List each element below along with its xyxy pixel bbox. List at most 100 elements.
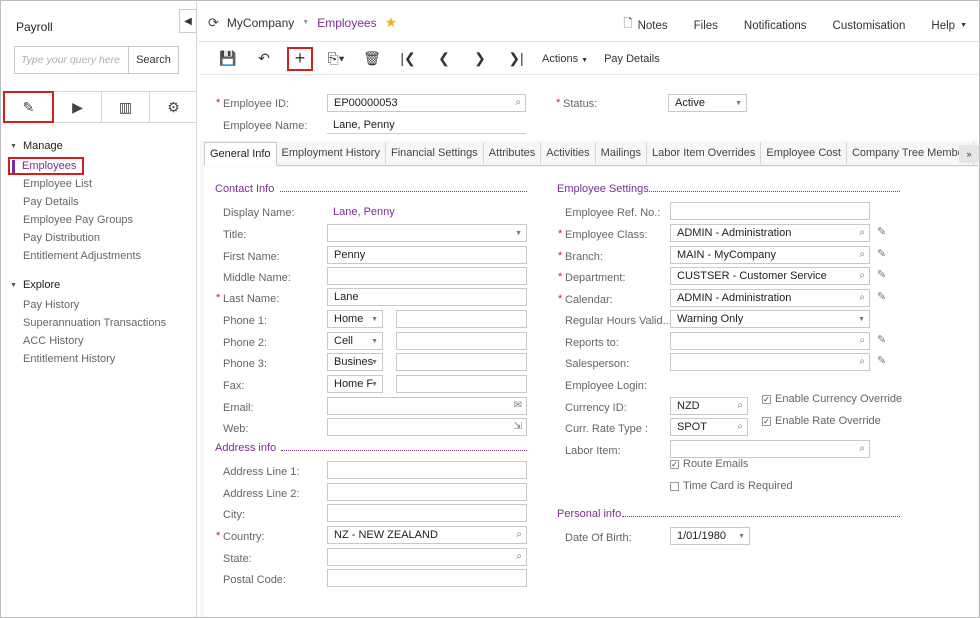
search-icon[interactable]: ⌕ bbox=[859, 268, 865, 284]
phone2-field[interactable] bbox=[396, 332, 527, 350]
sidebar-item-pay-distribution[interactable]: Pay Distribution bbox=[10, 229, 141, 247]
search-icon[interactable]: ⌕ bbox=[515, 95, 521, 111]
employee-class-field[interactable]: ADMIN - Administration ⌕ bbox=[670, 224, 870, 242]
refresh-icon[interactable]: ⟳ bbox=[208, 15, 219, 31]
address-line1-field[interactable] bbox=[327, 461, 527, 479]
sidebar-tab-reports[interactable]: ▥ bbox=[102, 92, 150, 122]
sidebar-tab-edit[interactable]: ✎ bbox=[3, 91, 54, 123]
employee-id-field[interactable]: EP00000053 ⌕ bbox=[327, 94, 526, 112]
calendar-field[interactable]: ADMIN - Administration ⌕ bbox=[670, 289, 870, 307]
copy-paste-button[interactable]: ⎘▾ bbox=[318, 45, 354, 73]
search-icon[interactable]: ⌕ bbox=[859, 247, 865, 263]
search-icon[interactable]: ⌕ bbox=[516, 527, 522, 543]
fax-field[interactable] bbox=[396, 375, 527, 393]
phone1-field[interactable] bbox=[396, 310, 527, 328]
search-icon[interactable]: ⌕ bbox=[859, 225, 865, 241]
tab-attributes[interactable]: Attributes bbox=[484, 142, 542, 166]
search-icon[interactable]: ⌕ bbox=[737, 398, 743, 414]
edit-icon[interactable]: ✎ bbox=[877, 247, 886, 260]
edit-icon[interactable]: ✎ bbox=[877, 290, 886, 303]
sidebar-item-pay-details[interactable]: Pay Details bbox=[10, 193, 141, 211]
phone1-type-select[interactable]: Home ▼ bbox=[327, 310, 383, 328]
fax-type-select[interactable]: Home F ▼ bbox=[327, 375, 383, 393]
sidebar-item-entitlement-adjustments[interactable]: Entitlement Adjustments bbox=[10, 247, 141, 265]
sidebar-item-employees[interactable]: Employees bbox=[8, 157, 84, 175]
last-name-field[interactable]: Lane bbox=[327, 288, 527, 306]
mail-icon[interactable]: ✉ bbox=[514, 398, 522, 414]
tab-employment-history[interactable]: Employment History bbox=[277, 142, 386, 166]
edit-icon[interactable]: ✎ bbox=[877, 268, 886, 281]
add-button[interactable]: + bbox=[287, 46, 313, 71]
customisation-link[interactable]: Customisation bbox=[820, 16, 919, 35]
previous-record-button[interactable]: ❮ bbox=[426, 45, 462, 73]
country-field[interactable]: NZ - NEW ZEALAND ⌕ bbox=[327, 526, 527, 544]
sidebar-item-entitlement-history[interactable]: Entitlement History bbox=[10, 350, 166, 368]
status-select[interactable]: Active ▼ bbox=[668, 94, 747, 112]
email-field[interactable]: ✉ bbox=[327, 397, 527, 415]
edit-icon[interactable]: ✎ bbox=[877, 225, 886, 238]
manage-header[interactable]: ▼ Manage bbox=[10, 140, 141, 152]
tab-company-tree-member[interactable]: Company Tree Member bbox=[847, 142, 974, 166]
collapse-sidebar-button[interactable]: ◀ bbox=[179, 9, 197, 33]
date-of-birth-field[interactable]: 1/01/1980 ▼ bbox=[670, 527, 750, 545]
edit-icon[interactable]: ✎ bbox=[877, 354, 886, 367]
first-record-button[interactable]: |❮ bbox=[390, 45, 426, 73]
reports-to-field[interactable]: ⌕ bbox=[670, 332, 870, 350]
external-link-icon[interactable]: ⇲ bbox=[514, 419, 522, 435]
address-line2-field[interactable] bbox=[327, 483, 527, 501]
more-tabs-button[interactable]: » bbox=[959, 145, 979, 163]
route-emails-checkbox[interactable]: ✓ Route Emails bbox=[670, 458, 748, 470]
sidebar-item-employee-pay-groups[interactable]: Employee Pay Groups bbox=[10, 211, 141, 229]
actions-menu[interactable]: Actions ▼ bbox=[534, 53, 596, 65]
phone3-field[interactable] bbox=[396, 353, 527, 371]
delete-button[interactable]: 🗑 bbox=[354, 45, 390, 73]
employee-ref-field[interactable] bbox=[670, 202, 870, 220]
sidebar-tab-processes[interactable]: ▶ bbox=[54, 92, 102, 122]
sidebar-item-pay-history[interactable]: Pay History bbox=[10, 296, 166, 314]
branch-field[interactable]: MAIN - MyCompany ⌕ bbox=[670, 246, 870, 264]
sidebar-item-acc-history[interactable]: ACC History bbox=[10, 332, 166, 350]
state-field[interactable]: ⌕ bbox=[327, 548, 527, 566]
pay-details-button[interactable]: Pay Details bbox=[596, 53, 668, 65]
sidebar-item-employee-list[interactable]: Employee List bbox=[10, 175, 141, 193]
enable-rate-override-checkbox[interactable]: ✓ Enable Rate Override bbox=[762, 415, 881, 427]
undo-button[interactable]: ↶ bbox=[246, 45, 282, 73]
search-input[interactable] bbox=[15, 47, 129, 73]
city-field[interactable] bbox=[327, 504, 527, 522]
files-link[interactable]: Files bbox=[681, 16, 731, 35]
currency-id-field[interactable]: NZD ⌕ bbox=[670, 397, 748, 415]
phone2-type-select[interactable]: Cell ▼ bbox=[327, 332, 383, 350]
search-icon[interactable]: ⌕ bbox=[859, 333, 865, 349]
regular-hours-select[interactable]: Warning Only ▼ bbox=[670, 310, 870, 328]
search-icon[interactable]: ⌕ bbox=[859, 441, 865, 457]
edit-icon[interactable]: ✎ bbox=[877, 333, 886, 346]
phone3-type-select[interactable]: Busines ▼ bbox=[327, 353, 383, 371]
help-link[interactable]: Help ▼ bbox=[918, 16, 979, 35]
postal-code-field[interactable] bbox=[327, 569, 527, 587]
middle-name-field[interactable] bbox=[327, 267, 527, 285]
sidebar-item-superannuation[interactable]: Superannuation Transactions bbox=[10, 314, 166, 332]
search-icon[interactable]: ⌕ bbox=[859, 290, 865, 306]
title-select[interactable]: ▼ bbox=[327, 224, 527, 242]
next-record-button[interactable]: ❯ bbox=[462, 45, 498, 73]
enable-currency-override-checkbox[interactable]: ✓ Enable Currency Override bbox=[762, 393, 902, 405]
tab-general-info[interactable]: General Info bbox=[204, 142, 277, 166]
last-record-button[interactable]: ❯| bbox=[498, 45, 534, 73]
time-card-required-checkbox[interactable]: Time Card is Required bbox=[670, 480, 793, 492]
company-selector[interactable]: MyCompany bbox=[227, 16, 294, 30]
explore-header[interactable]: ▼ Explore bbox=[10, 279, 166, 291]
web-field[interactable]: ⇲ bbox=[327, 418, 527, 436]
save-button[interactable]: 💾 bbox=[210, 45, 246, 73]
search-icon[interactable]: ⌕ bbox=[737, 419, 743, 435]
rate-type-field[interactable]: SPOT ⌕ bbox=[670, 418, 748, 436]
tab-employee-cost[interactable]: Employee Cost bbox=[761, 142, 847, 166]
department-field[interactable]: CUSTSER - Customer Service ⌕ bbox=[670, 267, 870, 285]
tab-financial-settings[interactable]: Financial Settings bbox=[386, 142, 484, 166]
tab-activities[interactable]: Activities bbox=[541, 142, 596, 166]
search-button[interactable]: Search bbox=[129, 47, 178, 73]
tab-mailings[interactable]: Mailings bbox=[596, 142, 648, 166]
notes-link[interactable]: 🗋 Notes bbox=[610, 16, 680, 35]
search-icon[interactable]: ⌕ bbox=[859, 354, 865, 370]
tab-labor-item-overrides[interactable]: Labor Item Overrides bbox=[647, 142, 762, 166]
sidebar-tab-settings[interactable]: ⚙ bbox=[150, 92, 197, 122]
